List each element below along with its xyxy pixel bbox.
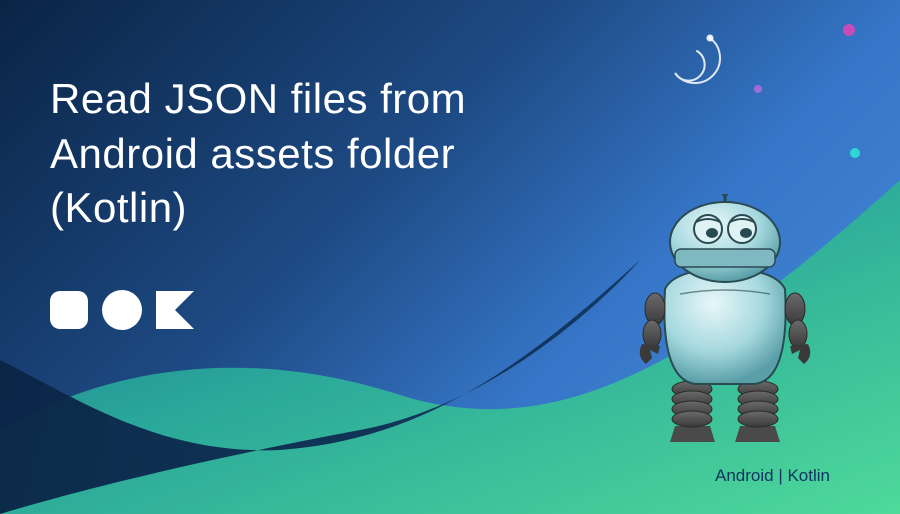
title-line-2: Android assets folder	[50, 130, 455, 177]
spiral-swirl-icon	[640, 18, 730, 108]
decor-dot-purple	[754, 85, 762, 93]
rounded-square-icon	[50, 291, 88, 329]
banner-title: Read JSON files from Android assets fold…	[50, 72, 466, 236]
decor-dot-cyan	[850, 148, 860, 158]
title-line-3: (Kotlin)	[50, 184, 187, 231]
tech-icon-row	[50, 290, 194, 330]
title-line-1: Read JSON files from	[50, 75, 466, 122]
android-robot-mascot	[620, 194, 830, 454]
kotlin-logo-icon	[156, 291, 194, 329]
decor-dot-pink	[843, 24, 855, 36]
circle-icon	[102, 290, 142, 330]
footer-caption: Android | Kotlin	[715, 466, 830, 486]
